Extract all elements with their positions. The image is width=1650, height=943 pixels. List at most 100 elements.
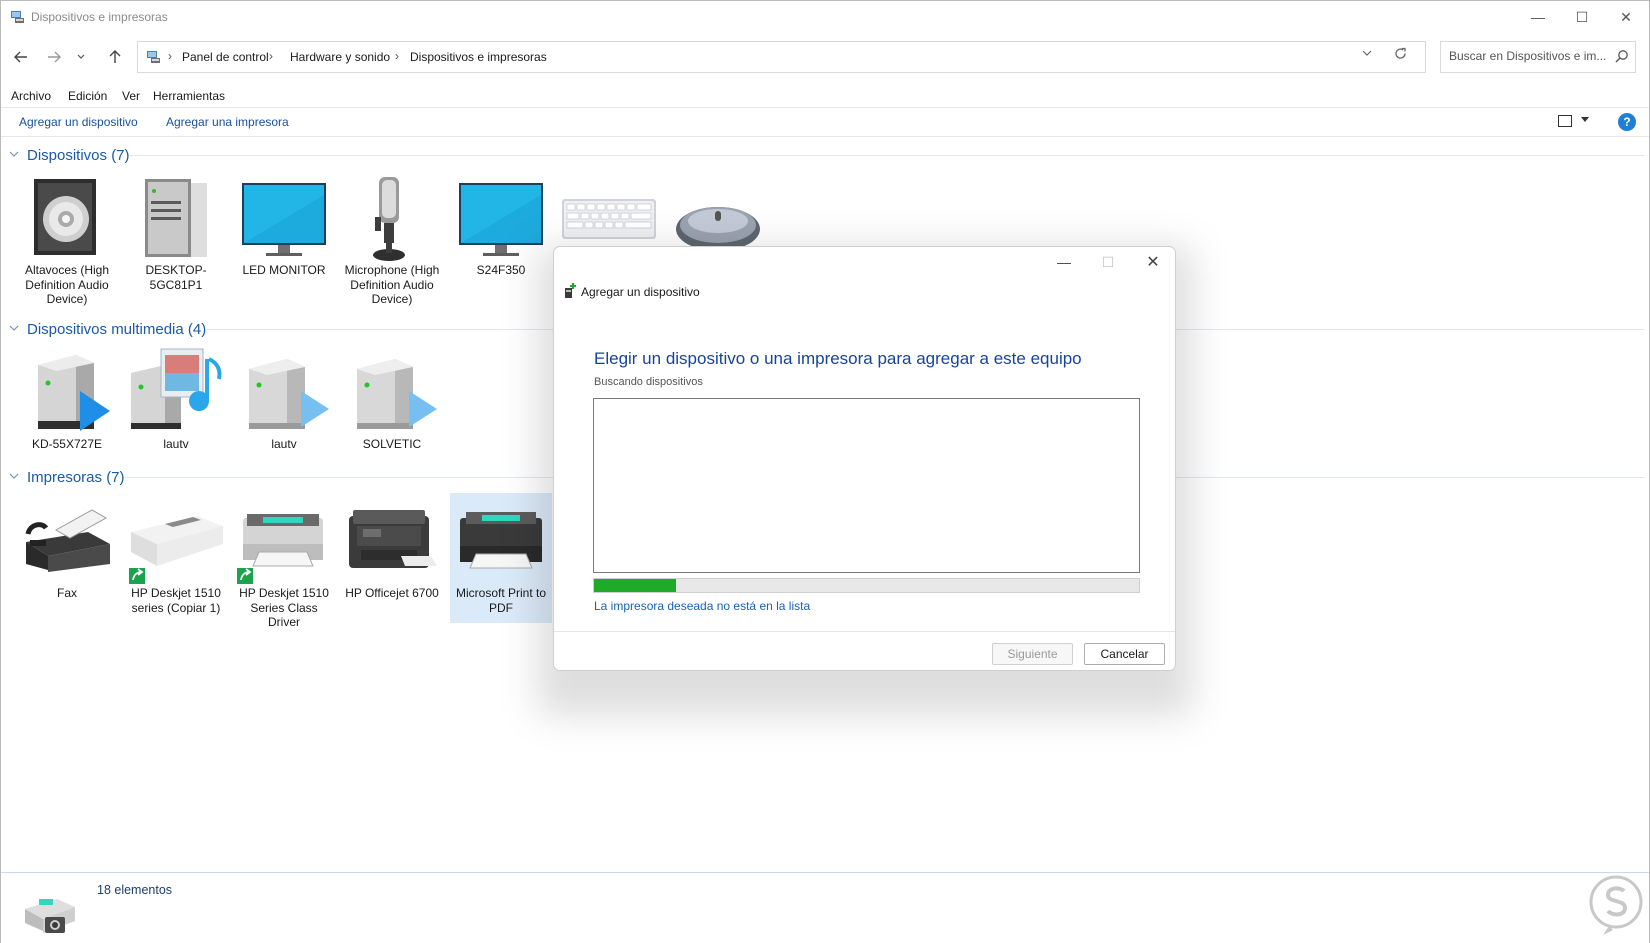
item-label: Fax bbox=[56, 586, 77, 600]
media-device-item[interactable]: lautv bbox=[233, 347, 335, 452]
item-label: DESKTOP-5GC81P1 bbox=[145, 263, 207, 292]
minimize-button[interactable]: — bbox=[1515, 1, 1561, 33]
media-device-item[interactable]: KD-55X727E bbox=[16, 347, 118, 452]
breadcrumb-panel-de-control[interactable]: Panel de control bbox=[182, 50, 269, 64]
add-device-button[interactable]: Agregar un dispositivo bbox=[19, 115, 138, 129]
menu-herramientas[interactable]: Herramientas bbox=[153, 89, 225, 103]
device-results-list[interactable] bbox=[593, 398, 1140, 573]
printer-item[interactable]: HP Deskjet 1510 Series Class Driver bbox=[233, 496, 335, 630]
microphone-icon bbox=[373, 177, 405, 261]
caret-down-icon bbox=[1581, 117, 1589, 122]
refresh-icon bbox=[1395, 47, 1406, 59]
group-header-impresoras[interactable]: Impresoras (7) bbox=[9, 467, 125, 487]
media-server-icon bbox=[38, 355, 110, 431]
add-device-dialog: — ☐ ✕ Agregar un dispositivo Elegir un d… bbox=[553, 246, 1176, 671]
refresh-button[interactable] bbox=[1394, 47, 1407, 64]
menu-ver[interactable]: Ver bbox=[122, 89, 140, 103]
up-button[interactable] bbox=[103, 45, 127, 69]
chevron-down-icon bbox=[9, 323, 21, 335]
chevron-down-icon bbox=[9, 149, 21, 161]
printer-item[interactable]: Fax bbox=[16, 496, 118, 601]
printer-item[interactable]: HP Deskjet 1510 series (Copiar 1) bbox=[125, 496, 227, 615]
item-label: lautv bbox=[163, 437, 189, 451]
media-device-item[interactable]: lautv bbox=[125, 347, 227, 452]
next-button: Siguiente bbox=[992, 643, 1073, 665]
item-label: HP Officejet 6700 bbox=[345, 586, 439, 600]
view-options-dropdown[interactable] bbox=[1581, 114, 1589, 124]
help-button[interactable]: ? bbox=[1618, 113, 1636, 131]
dialog-footer: Siguiente Cancelar bbox=[554, 631, 1175, 670]
search-box[interactable] bbox=[1440, 41, 1636, 73]
back-button[interactable] bbox=[9, 45, 33, 69]
dialog-maximize-button: ☐ bbox=[1101, 253, 1115, 270]
item-label: LED MONITOR bbox=[242, 263, 326, 277]
device-item[interactable]: Microphone (High Definition Audio Device… bbox=[341, 173, 443, 307]
devices-printers-icon bbox=[147, 51, 160, 63]
breadcrumb-separator: › bbox=[168, 49, 172, 63]
address-bar[interactable]: › Panel de control › Hardware y sonido ›… bbox=[137, 41, 1426, 73]
title-bar: Dispositivos e impresoras — ☐ ✕ bbox=[1, 1, 1649, 33]
add-printer-button[interactable]: Agregar una impresora bbox=[166, 115, 289, 129]
media-device-item[interactable]: SOLVETIC bbox=[341, 347, 443, 452]
item-label: lautv bbox=[271, 437, 297, 451]
item-count: 18 elementos bbox=[97, 883, 173, 897]
recent-locations-button[interactable] bbox=[74, 45, 88, 69]
item-label: HP Deskjet 1510 Series Class Driver bbox=[239, 586, 329, 629]
status-bar: 18 elementos bbox=[1, 872, 1649, 943]
item-label: HP Deskjet 1510 series (Copiar 1) bbox=[131, 586, 221, 615]
arrow-left-icon bbox=[14, 51, 27, 63]
fax-icon bbox=[25, 509, 110, 572]
add-device-icon bbox=[565, 283, 576, 298]
navigation-bar: › Panel de control › Hardware y sonido ›… bbox=[1, 39, 1649, 75]
close-button[interactable]: ✕ bbox=[1603, 1, 1649, 33]
group-title: Impresoras (7) bbox=[27, 468, 125, 486]
menu-edicion[interactable]: Edición bbox=[68, 89, 107, 103]
device-item[interactable]: LED MONITOR bbox=[233, 173, 335, 278]
search-icon bbox=[1615, 50, 1628, 63]
item-label: KD-55X727E bbox=[31, 437, 103, 451]
maximize-button[interactable]: ☐ bbox=[1559, 1, 1605, 33]
dialog-close-button[interactable]: ✕ bbox=[1131, 247, 1175, 277]
forward-button[interactable] bbox=[42, 45, 66, 69]
search-input[interactable] bbox=[1449, 49, 1609, 63]
menu-archivo[interactable]: Archivo bbox=[11, 89, 51, 103]
dialog-heading: Elegir un dispositivo o una impresora pa… bbox=[594, 349, 1082, 368]
breadcrumb-separator: › bbox=[395, 49, 399, 63]
media-server-icon bbox=[249, 359, 329, 429]
dialog-minimize-button[interactable]: — bbox=[1042, 247, 1086, 277]
item-label: Microphone (High Definition Audio Device… bbox=[344, 263, 440, 306]
monitor-icon bbox=[242, 183, 326, 256]
item-label: Altavoces (High Definition Audio Device) bbox=[24, 263, 110, 306]
device-item[interactable]: Altavoces (High Definition Audio Device) bbox=[16, 173, 118, 307]
progress-fill bbox=[594, 579, 676, 592]
cancel-button[interactable]: Cancelar bbox=[1084, 643, 1165, 665]
printer-item[interactable]: HP Officejet 6700 bbox=[341, 496, 443, 601]
breadcrumb-separator: › bbox=[269, 49, 273, 63]
window-title: Dispositivos e impresoras bbox=[31, 10, 168, 24]
group-divider bbox=[129, 155, 1644, 156]
chevron-down-icon bbox=[9, 471, 21, 483]
change-view-icon[interactable] bbox=[1558, 115, 1572, 127]
printer-not-listed-link[interactable]: La impresora deseada no está en la lista bbox=[594, 599, 810, 613]
arrow-right-icon bbox=[48, 51, 61, 63]
search-progress-bar bbox=[593, 578, 1140, 593]
group-title: Dispositivos (7) bbox=[27, 146, 130, 164]
media-server-icon bbox=[357, 359, 437, 429]
group-header-dispositivos[interactable]: Dispositivos (7) bbox=[9, 145, 130, 165]
media-library-icon bbox=[131, 348, 222, 429]
breadcrumb-hardware-y-sonido[interactable]: Hardware y sonido bbox=[290, 50, 390, 64]
devices-printers-icon bbox=[11, 11, 24, 23]
searching-status: Buscando dispositivos bbox=[594, 376, 703, 388]
address-history-dropdown[interactable] bbox=[1362, 48, 1372, 60]
group-header-dispositivos-multimedia[interactable]: Dispositivos multimedia (4) bbox=[9, 319, 206, 339]
printer-camera-icon bbox=[25, 899, 75, 933]
device-item[interactable]: DESKTOP-5GC81P1 bbox=[125, 173, 227, 292]
command-bar: Agregar un dispositivo Agregar una impre… bbox=[1, 107, 1649, 137]
printer-icon bbox=[129, 516, 223, 584]
printer-icon bbox=[237, 514, 323, 584]
chevron-down-icon bbox=[77, 54, 85, 59]
item-label: SOLVETIC bbox=[362, 437, 422, 451]
computer-tower-icon bbox=[145, 179, 207, 257]
solvetic-logo bbox=[1589, 875, 1643, 935]
breadcrumb-dispositivos-e-impresoras[interactable]: Dispositivos e impresoras bbox=[410, 50, 547, 64]
